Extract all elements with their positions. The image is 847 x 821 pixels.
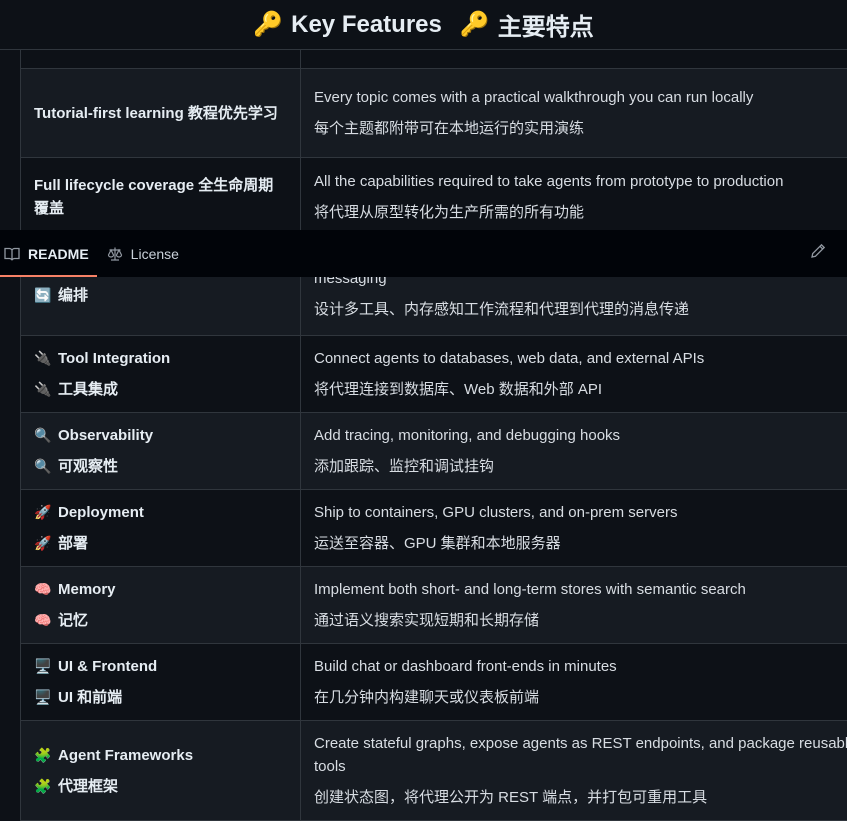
description-en: Implement both short- and long-term stor… — [314, 578, 847, 601]
description-cell: Create stateful graphs, expose agents as… — [301, 721, 847, 821]
description-cell: Add tracing, monitoring, and debugging h… — [301, 413, 847, 490]
feature-label-en: Deployment — [58, 504, 144, 521]
feature-label-en: Agent Frameworks — [58, 747, 193, 764]
brain-icon: 🧠 — [34, 609, 52, 632]
file-tabs-bar: README License — [0, 230, 847, 277]
feature-label-zh: 部署 — [58, 535, 88, 552]
table-row: Tutorial-first learning 教程优先学习 Every top… — [21, 69, 847, 158]
description-en: Add tracing, monitoring, and debugging h… — [314, 424, 847, 447]
description-zh: 每个主题都附带可在本地运行的实用演练 — [314, 117, 847, 140]
table-row: 🔌 Tool Integration 🔌 工具集成 Connect agents t… — [21, 336, 847, 413]
plug-icon: 🔌 — [34, 347, 52, 370]
puzzle-icon: 🧩 — [34, 744, 52, 767]
feature-label-en: Observability — [58, 427, 153, 444]
description-cell: Ship to containers, GPU clusters, and on… — [301, 490, 847, 567]
description-en: All the capabilities required to take ag… — [314, 170, 847, 193]
description-zh: 设计多工具、内存感知工作流程和代理到代理的消息传递 — [314, 298, 847, 321]
description-cell: Build chat or dashboard front-ends in mi… — [301, 644, 847, 721]
feature-cell: Full lifecycle coverage 全生命周期覆盖 — [21, 158, 301, 236]
description-cell: Implement both short- and long-term stor… — [301, 567, 847, 644]
table-row: 🧩 Agent Frameworks 🧩 代理框架 Create stateful … — [21, 721, 847, 821]
feature-cell: 🚀 Deployment 🚀 部署 — [21, 490, 301, 567]
table-row: 🧠 Memory 🧠 记忆 Implement both short- and lo… — [21, 567, 847, 644]
monitor-icon: 🖥️ — [34, 686, 52, 709]
description-en: Ship to containers, GPU clusters, and on… — [314, 501, 847, 524]
plug-icon: 🔌 — [34, 378, 52, 401]
description-en: Connect agents to databases, web data, a… — [314, 347, 847, 370]
description-cell: Every topic comes with a practical walkt… — [301, 69, 847, 158]
description-cell: All the capabilities required to take ag… — [301, 158, 847, 236]
heading-title-en: Key Features — [291, 11, 442, 39]
description-zh: 在几分钟内构建聊天或仪表板前端 — [314, 686, 847, 709]
heading-title-zh: 主要特点 — [498, 7, 594, 42]
feature-label-zh: 工具集成 — [58, 381, 118, 398]
feature-label-zh: 记忆 — [58, 612, 88, 629]
features-table: Tutorial-first learning 教程优先学习 Every top… — [20, 0, 847, 821]
table-row: 🔍 Observability 🔍 可观察性 Add tracing, monito… — [21, 413, 847, 490]
description-zh: 运送至容器、GPU 集群和本地服务器 — [314, 532, 847, 555]
tab-readme[interactable]: README — [0, 230, 97, 277]
edit-file-button[interactable] — [809, 244, 827, 262]
description-zh: 将代理从原型转化为生产所需的所有功能 — [314, 201, 847, 224]
feature-cell: Tutorial-first learning 教程优先学习 — [21, 69, 301, 158]
feature-cell: 🖥️ UI & Frontend 🖥️ UI 和前端 — [21, 644, 301, 721]
brain-icon: 🧠 — [34, 578, 52, 601]
book-icon — [4, 246, 20, 262]
description-en: Create stateful graphs, expose agents as… — [314, 732, 847, 778]
feature-label-zh: 编排 — [58, 287, 88, 304]
key-icon: 🔑 — [460, 10, 490, 39]
tab-readme-label: README — [28, 246, 89, 262]
table-row: 🖥️ UI & Frontend 🖥️ UI 和前端 Build chat or d… — [21, 644, 847, 721]
key-icon: 🔑 — [253, 10, 283, 39]
pencil-icon — [810, 243, 826, 264]
feature-label-en: Tool Integration — [58, 350, 170, 367]
monitor-icon: 🖥️ — [34, 655, 52, 678]
scale-icon — [107, 246, 123, 262]
table-row: 🚀 Deployment 🚀 部署 Ship to containers, GPU … — [21, 490, 847, 567]
description-en: Every topic comes with a practical walkt… — [314, 86, 847, 109]
tab-license-label: License — [131, 246, 179, 262]
section-heading: 🔑 Key Features 🔑 主要特点 — [0, 0, 847, 50]
table-row: Full lifecycle coverage 全生命周期覆盖 All the … — [21, 158, 847, 236]
magnifier-icon: 🔍 — [34, 424, 52, 447]
rocket-icon: 🚀 — [34, 532, 52, 555]
puzzle-icon: 🧩 — [34, 775, 52, 798]
feature-label-en: UI & Frontend — [58, 658, 157, 675]
feature-label-en: Memory — [58, 581, 116, 598]
description-zh: 添加跟踪、监控和调试挂钩 — [314, 455, 847, 478]
feature-cell: 🧩 Agent Frameworks 🧩 代理框架 — [21, 721, 301, 821]
description-cell: Connect agents to databases, web data, a… — [301, 336, 847, 413]
tab-license[interactable]: License — [103, 230, 187, 277]
rocket-icon: 🚀 — [34, 501, 52, 524]
description-zh: 将代理连接到数据库、Web 数据和外部 API — [314, 378, 847, 401]
description-en: Build chat or dashboard front-ends in mi… — [314, 655, 847, 678]
arrows-cycle-icon: 🔄 — [34, 284, 52, 307]
feature-label-zh: 可观察性 — [58, 458, 118, 475]
feature-label-zh: 代理框架 — [58, 778, 118, 795]
feature-cell: 🔌 Tool Integration 🔌 工具集成 — [21, 336, 301, 413]
description-zh: 创建状态图，将代理公开为 REST 端点，并打包可重用工具 — [314, 786, 847, 809]
feature-cell: 🔍 Observability 🔍 可观察性 — [21, 413, 301, 490]
description-zh: 通过语义搜索实现短期和长期存储 — [314, 609, 847, 632]
magnifier-icon: 🔍 — [34, 455, 52, 478]
feature-cell: 🧠 Memory 🧠 记忆 — [21, 567, 301, 644]
feature-label-zh: UI 和前端 — [58, 689, 122, 706]
